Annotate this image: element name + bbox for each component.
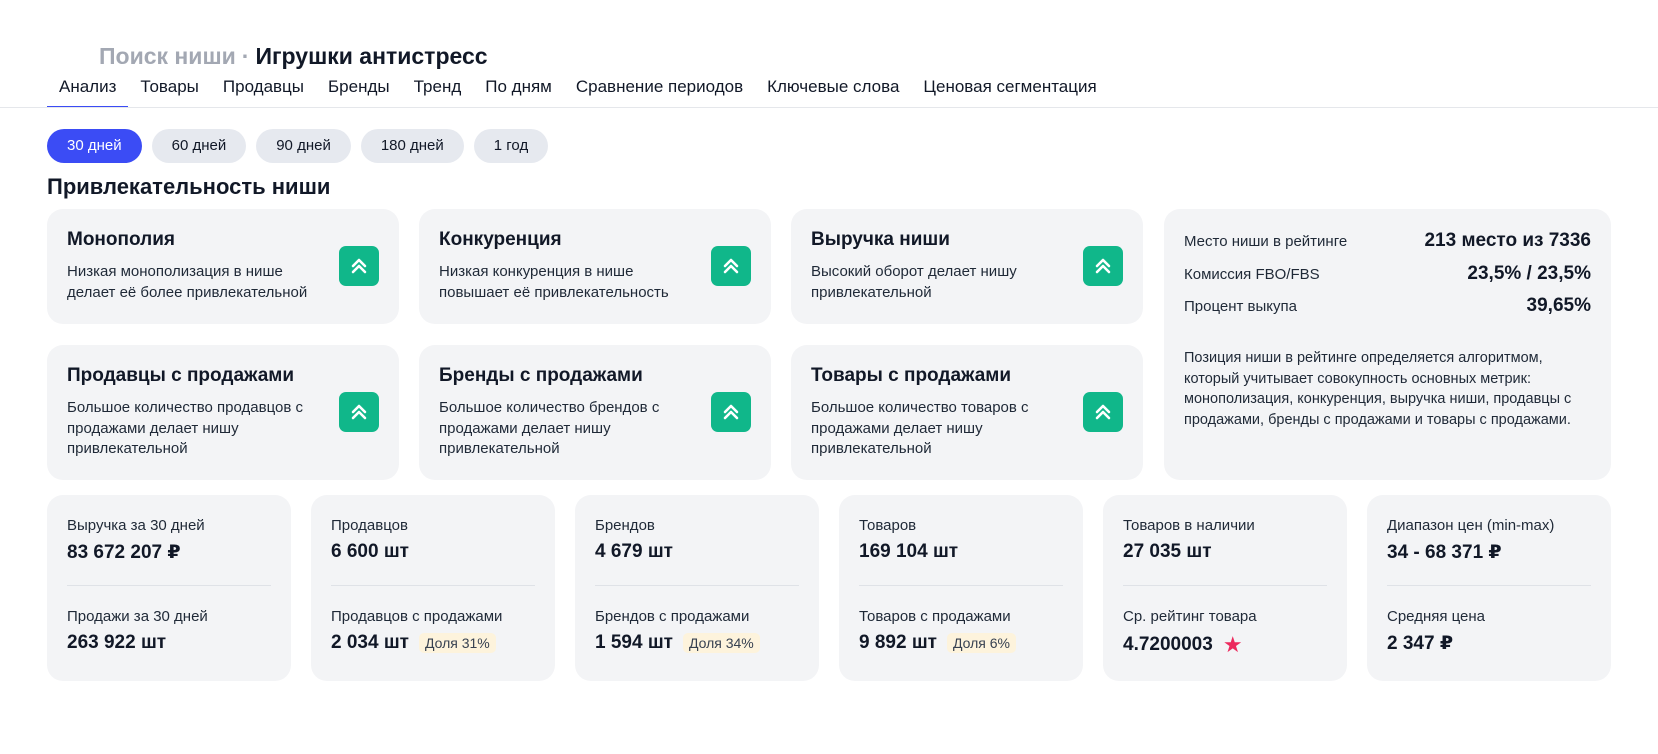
period-30-days-button[interactable]: 30 дней (47, 129, 142, 163)
card-description: Низкая конкуренция в нише повышает её пр… (439, 263, 669, 301)
card-description: Большое количество брендов с продажами д… (439, 399, 660, 457)
stat-divider (331, 585, 535, 586)
double-chevron-up-icon[interactable] (1083, 392, 1123, 432)
buyout-value: 39,65% (1526, 295, 1591, 316)
tab-sellers[interactable]: Продавцы (211, 76, 316, 108)
products-stat-card: Товаров 169 104 шт Товаров с продажами 9… (839, 495, 1083, 681)
rank-value: 213 место из 7336 (1424, 230, 1591, 251)
stat-value: 4 679 шт (595, 541, 673, 562)
stat-label: Ср. рейтинг товара (1123, 608, 1257, 625)
period-selector: 30 дней 60 дней 90 дней 180 дней 1 год (47, 129, 549, 163)
commission-label: Комиссия FBO/FBS (1184, 265, 1320, 283)
share-badge: Доля 6% (946, 633, 1016, 653)
stat-label: Брендов (595, 517, 655, 534)
stat-divider (595, 585, 799, 586)
stat-label: Продавцов (331, 517, 408, 534)
tab-period-comparison[interactable]: Сравнение периодов (564, 76, 755, 108)
products-with-sales-card: Товары с продажами Большое количество то… (791, 345, 1143, 480)
tab-analysis[interactable]: Анализ (47, 76, 129, 108)
sellers-stat-card: Продавцов 6 600 шт Продавцов с продажами… (311, 495, 555, 681)
card-title: Монополия (67, 229, 175, 250)
breadcrumb-niche-search[interactable]: Поиск ниши (99, 43, 236, 69)
rank-row: Место ниши в рейтинге 213 место из 7336 (1184, 229, 1591, 253)
page-header: Поиск ниши · Игрушки антистресс (99, 43, 488, 70)
card-title: Товары с продажами (811, 365, 1012, 386)
stat-value: 34 - 68 371 ₽ (1387, 542, 1502, 563)
card-title: Выручка ниши (811, 229, 950, 250)
stat-divider (1123, 585, 1327, 586)
stat-divider (67, 585, 271, 586)
brands-stat-card: Брендов 4 679 шт Брендов с продажами 1 5… (575, 495, 819, 681)
double-chevron-up-icon[interactable] (339, 392, 379, 432)
tab-bar: Анализ Товары Продавцы Бренды Тренд По д… (47, 76, 1109, 108)
tab-brands[interactable]: Бренды (316, 76, 402, 108)
stat-label: Товаров в наличии (1123, 517, 1255, 534)
breadcrumb-separator: · (241, 43, 250, 69)
stat-label: Выручка за 30 дней (67, 517, 205, 534)
stat-value: 27 035 шт (1123, 541, 1212, 562)
share-badge: Доля 31% (418, 633, 496, 653)
card-title: Бренды с продажами (439, 365, 643, 386)
page-title: Игрушки антистресс (255, 43, 488, 69)
share-badge: Доля 34% (682, 633, 760, 653)
revenue-stat-card: Выручка за 30 дней 83 672 207 ₽ Продажи … (47, 495, 291, 681)
star-icon: ★ (1222, 632, 1243, 657)
double-chevron-up-icon[interactable] (1083, 246, 1123, 286)
stat-divider (859, 585, 1063, 586)
stat-value: 2 347 ₽ (1387, 633, 1454, 654)
stat-label: Продажи за 30 дней (67, 608, 208, 625)
double-chevron-up-icon[interactable] (711, 246, 751, 286)
niche-revenue-card: Выручка ниши Высокий оборот делает нишу … (791, 209, 1143, 324)
stat-value: 169 104 шт (859, 541, 959, 562)
section-title: Привлекательность ниши (47, 174, 331, 199)
in-stock-stat-card: Товаров в наличии 27 035 шт Ср. рейтинг … (1103, 495, 1347, 681)
rank-explanation: Позиция ниши в рейтинге определяется алг… (1184, 350, 1572, 428)
tab-keywords[interactable]: Ключевые слова (755, 76, 911, 108)
double-chevron-up-icon[interactable] (711, 392, 751, 432)
tab-trend[interactable]: Тренд (402, 76, 474, 108)
card-title: Конкуренция (439, 229, 562, 250)
competition-card: Конкуренция Низкая конкуренция в нише по… (419, 209, 771, 324)
tab-bar-divider (0, 107, 1658, 108)
stat-value: 1 594 шт Доля 34% (595, 632, 760, 654)
stat-value: 6 600 шт (331, 541, 409, 562)
tab-products[interactable]: Товары (128, 76, 210, 108)
tab-price-segmentation[interactable]: Ценовая сегментация (911, 76, 1108, 108)
stat-label: Средняя цена (1387, 608, 1486, 625)
card-description: Большое количество продавцов с продажами… (67, 399, 303, 457)
card-description: Низкая монополизация в нише делает её бо… (67, 263, 308, 301)
brands-with-sales-card: Бренды с продажами Большое количество бр… (419, 345, 771, 480)
card-description: Большое количество товаров с продажами д… (811, 399, 1029, 457)
stat-label: Брендов с продажами (595, 608, 750, 625)
stat-value: 83 672 207 ₽ (67, 542, 181, 563)
price-range-stat-card: Диапазон цен (min-max) 34 - 68 371 ₽ Сре… (1367, 495, 1611, 681)
stat-label: Товаров (859, 517, 917, 534)
commission-value: 23,5% / 23,5% (1467, 263, 1591, 284)
monopoly-card: Монополия Низкая монополизация в нише де… (47, 209, 399, 324)
stat-value: 263 922 шт (67, 632, 167, 653)
buyout-label: Процент выкупа (1184, 297, 1297, 315)
rank-label: Место ниши в рейтинге (1184, 232, 1348, 250)
double-chevron-up-icon[interactable] (339, 246, 379, 286)
stat-label: Товаров с продажами (859, 608, 1011, 625)
stat-label: Продавцов с продажами (331, 608, 503, 625)
stat-value: 9 892 шт Доля 6% (859, 632, 1016, 654)
niche-rank-card: Место ниши в рейтинге 213 место из 7336 … (1164, 209, 1611, 480)
stat-value: 4.7200003 ★ (1123, 632, 1243, 657)
period-90-days-button[interactable]: 90 дней (256, 129, 351, 163)
period-60-days-button[interactable]: 60 дней (151, 129, 247, 163)
period-180-days-button[interactable]: 180 дней (360, 129, 464, 163)
stat-label: Диапазон цен (min-max) (1387, 517, 1555, 534)
stat-divider (1387, 585, 1591, 586)
tab-by-days[interactable]: По дням (473, 76, 564, 108)
stat-value: 2 034 шт Доля 31% (331, 632, 496, 654)
card-title: Продавцы с продажами (67, 365, 295, 386)
buyout-row: Процент выкупа 39,65% (1184, 294, 1591, 318)
commission-row: Комиссия FBO/FBS 23,5% / 23,5% (1184, 262, 1591, 286)
period-1-year-button[interactable]: 1 год (473, 129, 549, 163)
sellers-with-sales-card: Продавцы с продажами Большое количество … (47, 345, 399, 480)
card-description: Высокий оборот делает нишу привлекательн… (811, 263, 1017, 301)
